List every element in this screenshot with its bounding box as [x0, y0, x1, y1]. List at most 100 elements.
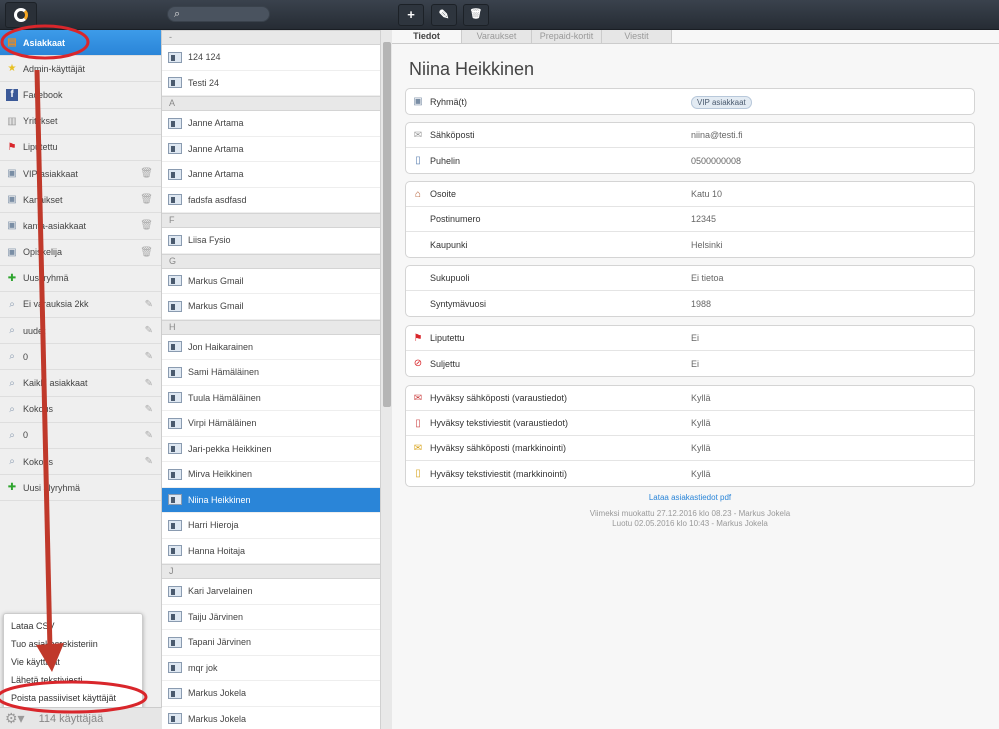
- customer-name: Janne Artama: [188, 169, 244, 180]
- sidebar-item[interactable]: ▤ Asiakkaat: [0, 30, 161, 57]
- list-item[interactable]: Janne Artama: [162, 137, 380, 162]
- trash-icon[interactable]: 🗑: [140, 247, 153, 258]
- group-badge[interactable]: VIP asiakkaat: [691, 95, 752, 109]
- detail-row: ✉ Hyväksy sähköposti (markkinointi) Kyllä: [406, 436, 974, 461]
- customer-name: Janne Artama: [188, 118, 244, 129]
- menu-item[interactable]: Vie käyttäjät: [4, 653, 142, 671]
- download-pdf-link[interactable]: Lataa asiakastiedot pdf: [649, 493, 731, 502]
- sidebar-item[interactable]: ▣ VIP asiakkaat 🗑: [0, 161, 161, 188]
- sidebar-item[interactable]: ⌕ Kokous ✎: [0, 397, 161, 423]
- list-item[interactable]: 124 124: [162, 45, 380, 71]
- star-icon: ★: [7, 63, 17, 75]
- list-item[interactable]: Hanna Hoitaja: [162, 539, 380, 564]
- pencil-icon[interactable]: ✎: [145, 299, 153, 310]
- list-item[interactable]: Janne Artama: [162, 162, 380, 188]
- tab-varaukset[interactable]: Varaukset: [462, 30, 532, 43]
- search-icon: ⌕: [9, 377, 15, 389]
- sidebar-item[interactable]: ⌕ 0 ✎: [0, 344, 161, 371]
- sidebar-item[interactable]: ⌕ Ei varauksia 2kk ✎: [0, 292, 161, 319]
- menu-item[interactable]: Lähetä tekstiviesti: [4, 671, 142, 689]
- pencil-icon[interactable]: ✎: [145, 325, 153, 336]
- tab-prepaid-kortit[interactable]: Prepaid-kortit: [532, 30, 602, 43]
- sidebar-item[interactable]: ▣ Kanaikset 🗑: [0, 187, 161, 214]
- pencil-icon[interactable]: ✎: [145, 351, 153, 362]
- sidebar-item[interactable]: ⌕ uudet ✎: [0, 318, 161, 345]
- sidebar-item[interactable]: ▣ kanta-asiakkaat 🗑: [0, 213, 161, 240]
- sidebar-item[interactable]: ✚ Uusi älyryhmä: [0, 475, 161, 502]
- list-scrollbar[interactable]: [380, 30, 392, 729]
- pencil-icon[interactable]: ✎: [145, 404, 153, 415]
- list-item[interactable]: Harri Hieroja: [162, 513, 380, 539]
- sidebar-item[interactable]: ★ Admin-käyttäjät: [0, 56, 161, 83]
- field-value: Katu 10: [691, 189, 723, 199]
- list-item[interactable]: Jari-pekka Heikkinen: [162, 437, 380, 462]
- sidebar-item[interactable]: ✚ Uusi ryhmä: [0, 266, 161, 292]
- add-button[interactable]: +: [398, 4, 424, 26]
- menu-item[interactable]: Tuo asiakasrekisteriin: [4, 635, 142, 653]
- field-label: Kaupunki: [430, 239, 468, 250]
- list-item[interactable]: Janne Artama: [162, 111, 380, 137]
- customer-name: Virpi Hämäläinen: [188, 418, 257, 429]
- list-item[interactable]: Markus Gmail: [162, 269, 380, 294]
- pencil-icon[interactable]: ✎: [145, 456, 153, 467]
- list-item[interactable]: mqr jok: [162, 656, 380, 681]
- edit-button[interactable]: ✎: [431, 4, 457, 26]
- customer-name: 124 124: [188, 52, 221, 63]
- sidebar-item[interactable]: ▣ Opiskelija 🗑: [0, 240, 161, 266]
- sidebar-item[interactable]: ⌕ 0 ✎: [0, 423, 161, 449]
- trash-icon[interactable]: 🗑: [140, 220, 153, 231]
- contact-card-icon: [168, 611, 182, 623]
- list-item[interactable]: Kari Jarvelainen: [162, 579, 380, 605]
- list-item[interactable]: fadsfa asdfasd: [162, 188, 380, 213]
- detail-card: ✉ Sähköposti niina@testi.fi ▯ Puhelin 0500000…: [405, 122, 975, 174]
- list-item[interactable]: Markus Jokela: [162, 681, 380, 707]
- pencil-icon[interactable]: ✎: [145, 430, 153, 441]
- group-icon: ▣: [7, 246, 17, 258]
- list-section-header: A: [162, 96, 380, 111]
- sidebar-item[interactable]: ⚑ Liputettu: [0, 135, 161, 161]
- trash-icon[interactable]: 🗑: [140, 194, 153, 205]
- list-item[interactable]: Markus Gmail: [162, 294, 380, 320]
- list-item[interactable]: Sami Hämäläinen: [162, 360, 380, 386]
- search-icon: ⌕: [174, 8, 181, 20]
- building-icon: ▥: [7, 115, 17, 127]
- list-item[interactable]: Testi 24: [162, 71, 380, 96]
- delete-button[interactable]: 🗑: [463, 4, 489, 26]
- list-item[interactable]: Mirva Heikkinen: [162, 462, 380, 488]
- pencil-icon[interactable]: ✎: [145, 378, 153, 389]
- list-item[interactable]: Tuula Hämäläinen: [162, 386, 380, 411]
- sidebar-item[interactable]: f Facebook: [0, 82, 161, 109]
- contact-card-icon: [168, 662, 182, 674]
- list-item[interactable]: Niina Heikkinen: [162, 487, 380, 513]
- group-icon: ▣: [7, 194, 17, 206]
- sidebar-item[interactable]: ▥ Yritykset: [0, 109, 161, 135]
- gear-icon[interactable]: ⚙▾: [5, 710, 25, 727]
- menu-item[interactable]: Poista passiiviset käyttäjät: [4, 689, 142, 707]
- field-value[interactable]: niina@testi.fi: [691, 130, 743, 140]
- scrollbar-thumb[interactable]: [383, 42, 391, 407]
- list-item[interactable]: Markus Jokela: [162, 707, 380, 729]
- list-item[interactable]: Jon Haikarainen: [162, 335, 380, 360]
- customer-name: Tapani Järvinen: [188, 637, 252, 648]
- detail-row: ✉ Sähköposti niina@testi.fi: [406, 123, 974, 148]
- app-logo[interactable]: [5, 2, 37, 28]
- list-item[interactable]: Liisa Fysio: [162, 228, 380, 254]
- contact-card-icon: [168, 687, 182, 699]
- field-label: Puhelin: [430, 155, 461, 166]
- trash-icon[interactable]: 🗑: [140, 168, 153, 179]
- email-marketing-icon: ✉: [413, 442, 423, 454]
- list-item[interactable]: Virpi Hämäläinen: [162, 411, 380, 437]
- list-item[interactable]: Taiju Järvinen: [162, 605, 380, 630]
- list-item[interactable]: Tapani Järvinen: [162, 630, 380, 656]
- menu-item[interactable]: Lataa CSV: [4, 617, 142, 635]
- list-section-header: F: [162, 213, 380, 228]
- field-value[interactable]: 0500000008: [691, 156, 741, 166]
- customer-name: Kari Jarvelainen: [188, 586, 253, 597]
- sidebar-item[interactable]: ⌕ Kokous ✎: [0, 449, 161, 476]
- detail-card: ▣ Ryhmä(t) VIP asiakkaat: [405, 88, 975, 115]
- contact-card-icon: [168, 77, 182, 89]
- tab-viestit[interactable]: Viestit: [602, 30, 672, 43]
- tab-tiedot[interactable]: Tiedot: [392, 30, 462, 43]
- search-input[interactable]: ⌕: [167, 6, 270, 22]
- sidebar-item[interactable]: ⌕ Kaikki asiakkaat ✎: [0, 370, 161, 397]
